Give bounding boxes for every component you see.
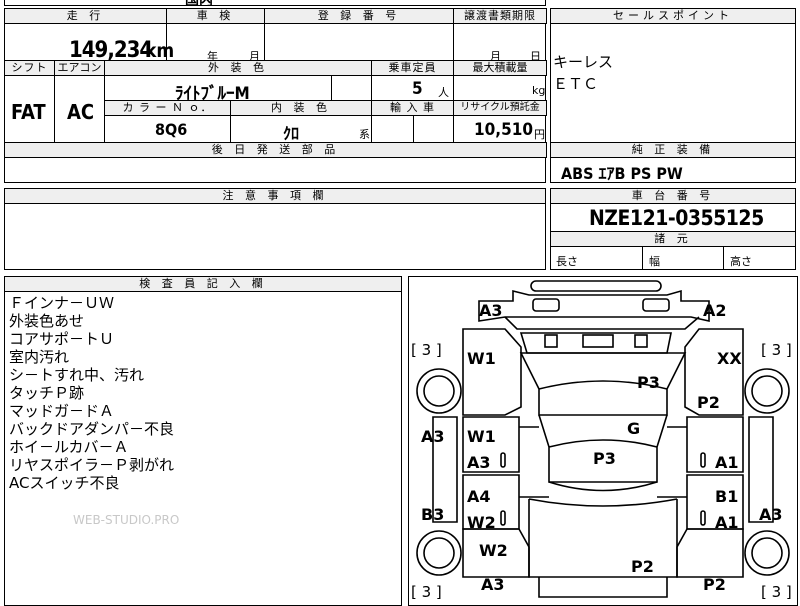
- width-cell: 幅: [642, 246, 723, 270]
- sales-point-list: キーレス ＥＴＣ: [553, 51, 613, 95]
- inspector-note: ACスイッチ不良: [9, 474, 120, 492]
- registration-header: 登 録 番 号: [264, 8, 454, 24]
- capacity-value: 5: [412, 79, 423, 99]
- shift-value: FAT: [11, 100, 46, 124]
- aircon-header: エアコン: [54, 60, 105, 76]
- damage-mark: P2: [697, 393, 720, 412]
- damage-mark: W1: [467, 427, 496, 446]
- aircon-cell: AC: [54, 75, 105, 143]
- damage-mark: A1: [715, 513, 739, 532]
- exterior-cell: ﾗｲﾄﾌﾞﾙｰM: [104, 75, 372, 104]
- sales-point-item: ＥＴＣ: [553, 75, 599, 93]
- damage-mark: P2: [631, 557, 654, 576]
- tire-front-left: [ 3 ]: [411, 341, 442, 359]
- inspector-note: マッドガ－ドＡ: [9, 402, 115, 420]
- inspector-box: 検 査 員 記 入 欄 Ｆインナ－ＵＷ 外装色あせ コアサポ－トＵ 室内汚れ シ…: [4, 276, 402, 606]
- recycle-value: 10,510: [474, 120, 534, 140]
- color-no-value: 8Q6: [155, 120, 188, 139]
- interior-suffix: 系: [359, 128, 370, 141]
- damage-mark: A4: [467, 487, 491, 506]
- caution-box: 注 意 事 項 欄: [4, 188, 546, 270]
- length-cell: 長さ: [550, 246, 642, 270]
- length-label: 長さ: [556, 255, 578, 268]
- damage-mark: G: [627, 419, 641, 438]
- damage-mark: A3: [759, 505, 783, 524]
- tire-front-right: [ 3 ]: [761, 341, 792, 359]
- transfer-header: 譲渡書類期限: [453, 8, 547, 24]
- damage-mark: A1: [715, 453, 739, 472]
- damage-mark: W2: [467, 513, 496, 532]
- damage-mark: B3: [421, 505, 445, 524]
- recycle-cell: 10,510 円: [453, 115, 547, 143]
- caution-header: 注 意 事 項 欄: [4, 188, 546, 204]
- damage-mark: A3: [481, 575, 505, 594]
- inspector-note: 外装色あせ: [9, 312, 85, 330]
- aircon-value: AC: [67, 100, 95, 124]
- color-no-header: カ ラ ー Ｎ ｏ．: [104, 100, 231, 116]
- damage-mark: P3: [593, 449, 616, 468]
- chassis-value: NZE121-0355125: [589, 206, 764, 230]
- mileage-header: 走 行: [4, 8, 167, 24]
- inspector-note: タッチＰ跡: [9, 384, 85, 402]
- standard-equip-header: 純 正 装 備: [550, 142, 796, 158]
- interior-header: 内 装 色: [230, 100, 372, 116]
- inspector-header: 検 査 員 記 入 欄: [4, 276, 402, 292]
- later-parts-cell: [5, 158, 545, 182]
- watermark: WEB-STUDIO.PRO: [73, 513, 180, 527]
- damage-mark: W1: [467, 349, 496, 368]
- damage-mark: P3: [637, 373, 660, 392]
- dimensions-header: 諸 元: [550, 231, 796, 247]
- capacity-unit: 人: [438, 86, 449, 99]
- damage-mark: B1: [715, 487, 739, 506]
- height-cell: 高さ: [723, 246, 795, 270]
- exterior-header: 外 装 色: [104, 60, 372, 76]
- damage-mark: XX: [717, 349, 742, 368]
- max-load-unit: kg: [532, 84, 546, 97]
- inspector-note: ホイ－ルカバ－Ａ: [9, 438, 129, 456]
- capacity-cell: 5 人: [371, 75, 454, 101]
- car-diagram-box: [ 3 ] [ 3 ] [ 3 ] [ 3 ] A3 A2 W1 XX P3 P…: [408, 276, 798, 606]
- interior-value: ｸﾛ: [283, 124, 300, 143]
- height-label: 高さ: [730, 255, 752, 268]
- color-no-cell: 8Q6: [104, 115, 231, 143]
- top-cut-row: 国内: [4, 0, 546, 6]
- damage-mark: W2: [479, 541, 508, 560]
- top-cut-text: 国内: [185, 0, 213, 5]
- inspection-header: 車 検: [166, 8, 265, 24]
- interior-cell: ｸﾛ 系: [230, 115, 372, 143]
- max-load-header: 最大積載量: [453, 60, 547, 76]
- inspector-note: バックドアダンパ－不良: [9, 420, 175, 438]
- damage-mark: P2: [703, 575, 726, 594]
- damage-mark: A3: [467, 453, 491, 472]
- inspector-note: Ｆインナ－ＵＷ: [9, 294, 115, 312]
- shift-header: シフト: [4, 60, 55, 76]
- recycle-header: リサイクル預託金: [453, 100, 547, 116]
- import-header: 輸 入 車: [371, 100, 454, 116]
- inspector-note: 室内汚れ: [9, 348, 70, 366]
- capacity-header: 乗車定員: [371, 60, 454, 76]
- later-parts-header: 後 日 発 送 部 品: [4, 142, 547, 158]
- inspector-notes: Ｆインナ－ＵＷ 外装色あせ コアサポ－トＵ 室内汚れ シ－トすれ中、汚れ タッチ…: [9, 294, 174, 492]
- vehicle-info-table: 走 行 車 検 登 録 番 号 譲渡書類期限 149,234 km 年 月 月 …: [4, 8, 547, 183]
- damage-mark: A2: [703, 301, 727, 320]
- standard-equip-box: 純 正 装 備 ABS ｴｱB PS PW: [550, 142, 796, 183]
- damage-mark: A3: [421, 427, 445, 446]
- max-load-cell: kg: [453, 75, 547, 101]
- tire-rear-left: [ 3 ]: [411, 583, 442, 601]
- recycle-unit: 円: [534, 128, 545, 141]
- standard-equip-value: ABS ｴｱB PS PW: [561, 164, 683, 183]
- damage-mark: A3: [479, 301, 503, 320]
- sales-point-box: セールスポイント キーレス ＥＴＣ: [550, 8, 796, 143]
- tire-rear-right: [ 3 ]: [761, 583, 792, 601]
- shift-cell: FAT: [4, 75, 55, 143]
- width-label: 幅: [649, 255, 660, 268]
- import-cell: [371, 115, 454, 143]
- sales-point-item: キーレス: [553, 53, 614, 71]
- inspector-note: リヤスポイラ－Ｐ剥がれ: [9, 456, 175, 474]
- inspector-note: シ－トすれ中、汚れ: [9, 366, 145, 384]
- inspector-note: コアサポ－トＵ: [9, 330, 115, 348]
- sales-point-header: セールスポイント: [550, 8, 796, 24]
- chassis-header: 車 台 番 号: [550, 188, 796, 204]
- chassis-box: 車 台 番 号 NZE121-0355125 諸 元 長さ 幅 高さ: [550, 188, 796, 270]
